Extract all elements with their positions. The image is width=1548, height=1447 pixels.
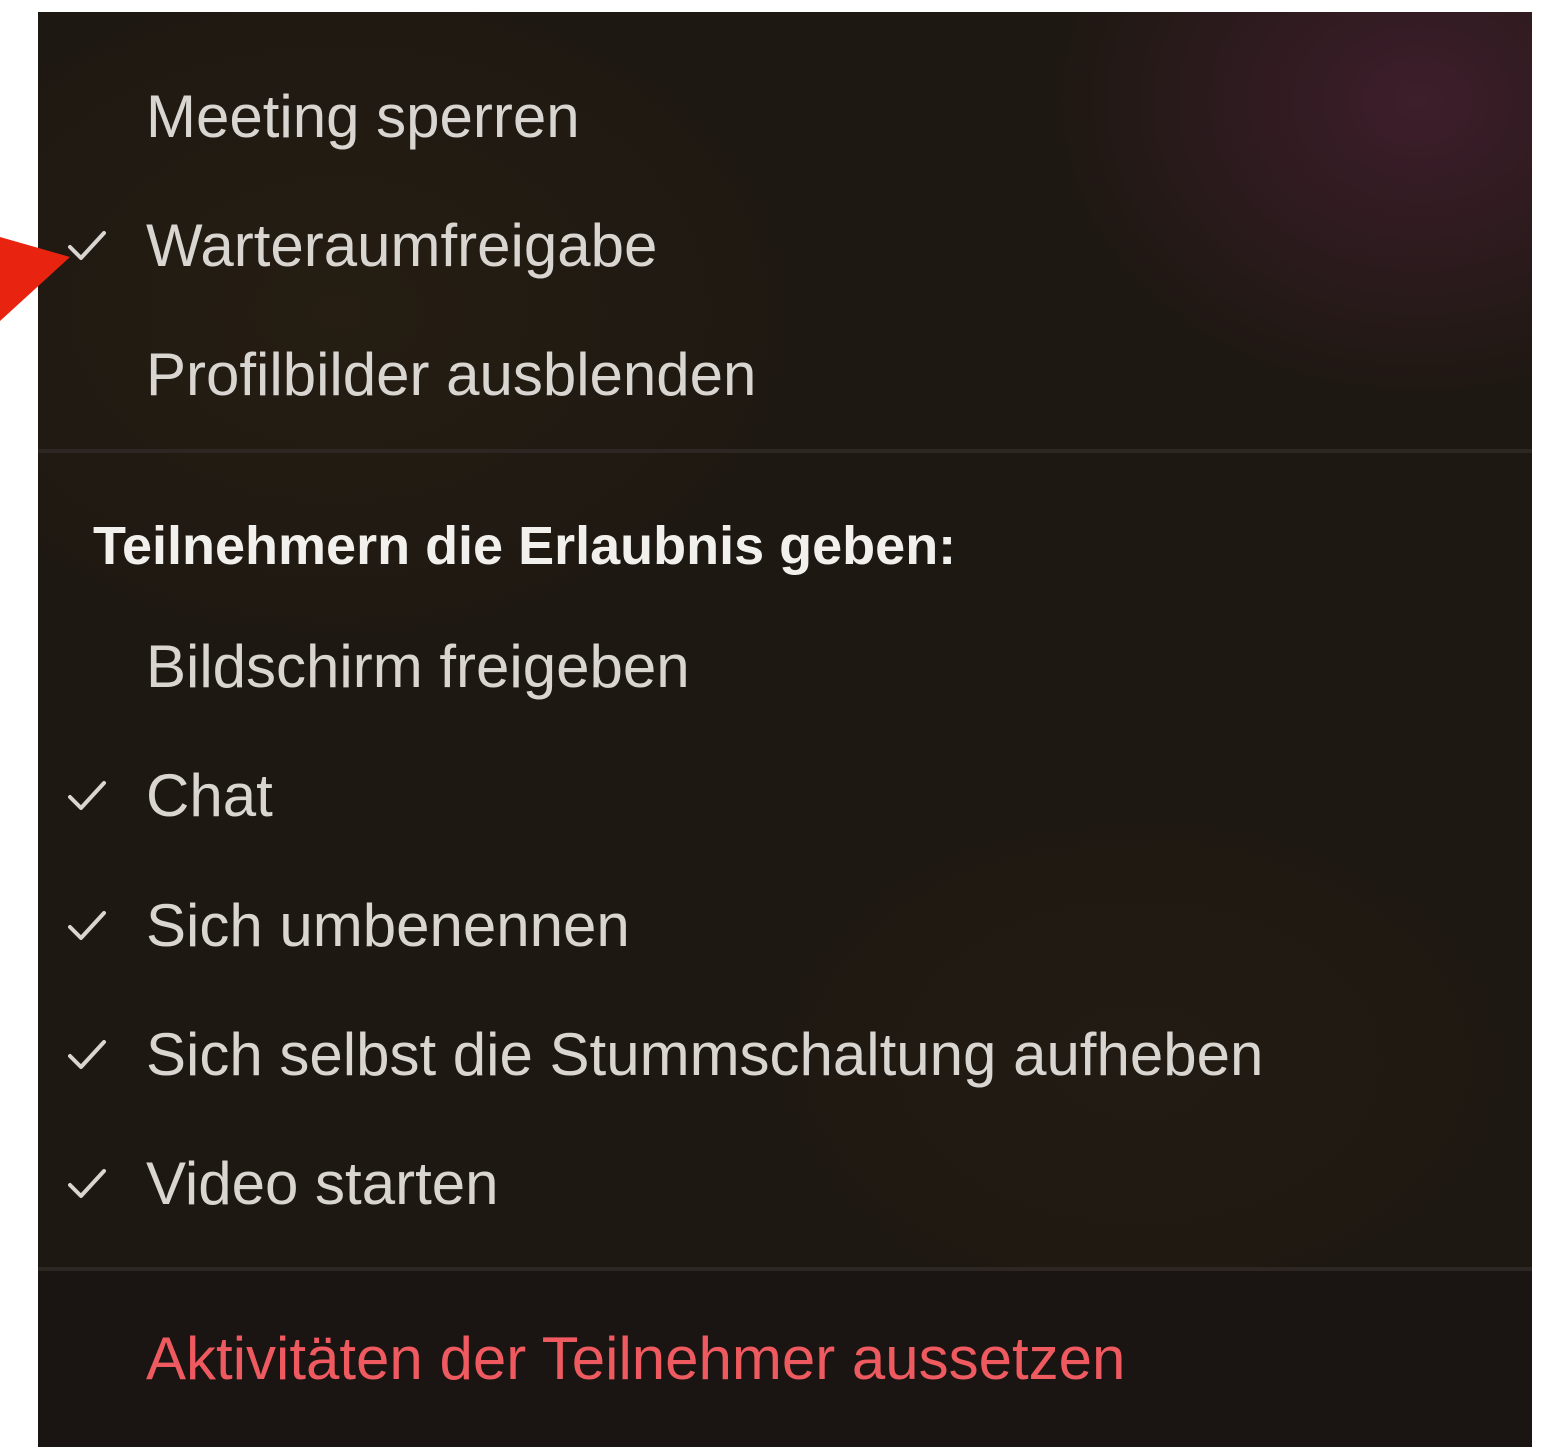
- menu-item-share-screen[interactable]: Bildschirm freigeben: [38, 602, 1532, 732]
- menu-divider: [38, 1267, 1532, 1271]
- menu-item-label: Bildschirm freigeben: [146, 633, 690, 700]
- menu-item-waiting-room[interactable]: Warteraumfreigabe: [38, 181, 1532, 311]
- menu-item-start-video[interactable]: Video starten: [38, 1119, 1532, 1249]
- menu-item-label: Warteraumfreigabe: [146, 212, 658, 279]
- menu-item-suspend-participant-activities[interactable]: Aktivitäten der Teilnehmer aussetzen: [38, 1294, 1532, 1424]
- menu-item-label: Profilbilder ausblenden: [146, 341, 757, 408]
- menu-item-chat[interactable]: Chat: [38, 731, 1532, 861]
- security-menu: Meeting sperren Warteraumfreigabe Profil…: [38, 12, 1532, 1447]
- arrow-pointer-icon: [0, 237, 70, 321]
- menu-item-label: Aktivitäten der Teilnehmer aussetzen: [146, 1325, 1126, 1392]
- menu-item-rename-themselves[interactable]: Sich umbenennen: [38, 861, 1532, 991]
- menu-divider: [38, 449, 1532, 453]
- checkmark-icon: [68, 231, 106, 260]
- menu-item-label: Video starten: [146, 1150, 499, 1217]
- menu-item-label: Chat: [146, 762, 273, 829]
- checkmark-icon: [68, 781, 106, 810]
- permissions-heading: Teilnehmern die Erlaubnis geben:: [93, 516, 957, 576]
- menu-item-hide-profile-pictures[interactable]: Profilbilder ausblenden: [38, 310, 1532, 440]
- menu-item-label: Meeting sperren: [146, 83, 580, 150]
- checkmark-icon: [68, 911, 106, 940]
- checkmark-icon: [68, 1040, 106, 1069]
- menu-item-label: Sich umbenennen: [146, 892, 630, 959]
- checkmark-icon: [68, 1169, 106, 1198]
- menu-item-label: Sich selbst die Stummschaltung aufheben: [146, 1021, 1264, 1088]
- menu-item-lock-meeting[interactable]: Meeting sperren: [38, 52, 1532, 182]
- menu-item-unmute-themselves[interactable]: Sich selbst die Stummschaltung aufheben: [38, 990, 1532, 1120]
